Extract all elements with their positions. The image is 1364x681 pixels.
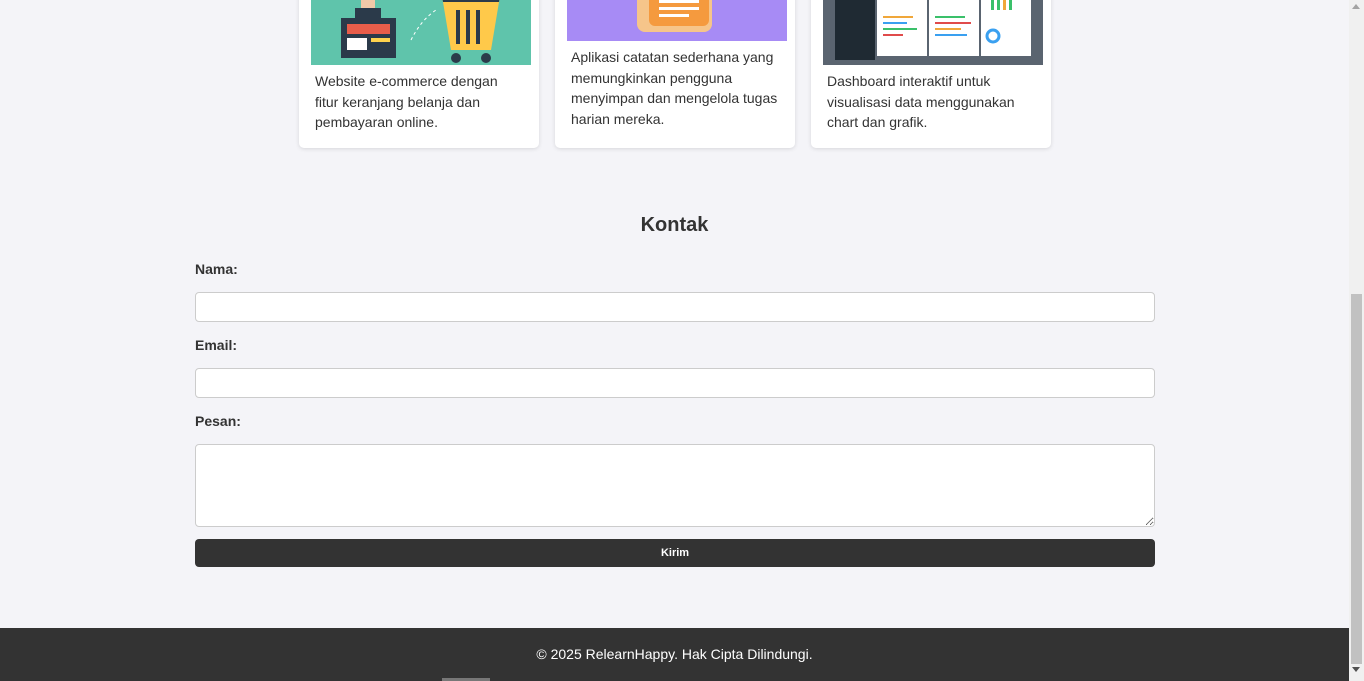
notes-image <box>567 0 787 41</box>
scrollbar-thumb[interactable] <box>1351 294 1362 664</box>
contact-form: Nama: Email: Pesan: Kirim <box>195 261 1155 567</box>
project-description: Aplikasi catatan sederhana yang memungki… <box>571 49 778 127</box>
name-input[interactable] <box>195 292 1155 322</box>
footer-copyright: © 2025 RelearnHappy. Hak Cipta Dilindung… <box>536 646 813 662</box>
footer: © 2025 RelearnHappy. Hak Cipta Dilindung… <box>0 628 1349 681</box>
dashboard-image <box>823 0 1043 65</box>
scroll-up-arrow-icon[interactable] <box>1352 4 1360 9</box>
scroll-down-arrow-icon[interactable] <box>1352 667 1360 672</box>
project-description: Dashboard interaktif untuk visualisasi d… <box>827 73 1015 130</box>
project-card-ecommerce: Website e-commerce dengan fitur keranjan… <box>299 0 539 148</box>
email-label: Email: <box>195 337 238 353</box>
message-label: Pesan: <box>195 413 241 429</box>
contact-title: Kontak <box>640 214 709 236</box>
submit-button[interactable]: Kirim <box>195 539 1155 567</box>
name-label: Nama: <box>195 261 238 277</box>
message-textarea[interactable] <box>195 444 1155 527</box>
project-card-notes: Aplikasi catatan sederhana yang memungki… <box>555 0 795 148</box>
project-description: Website e-commerce dengan fitur keranjan… <box>315 73 498 130</box>
page-viewport: Website e-commerce dengan fitur keranjan… <box>0 0 1349 681</box>
project-card-dashboard: Dashboard interaktif untuk visualisasi d… <box>811 0 1051 148</box>
project-cards: Website e-commerce dengan fitur keranjan… <box>299 0 1051 148</box>
ecommerce-image <box>311 0 531 65</box>
vertical-scrollbar[interactable] <box>1349 0 1364 681</box>
email-input[interactable] <box>195 368 1155 398</box>
